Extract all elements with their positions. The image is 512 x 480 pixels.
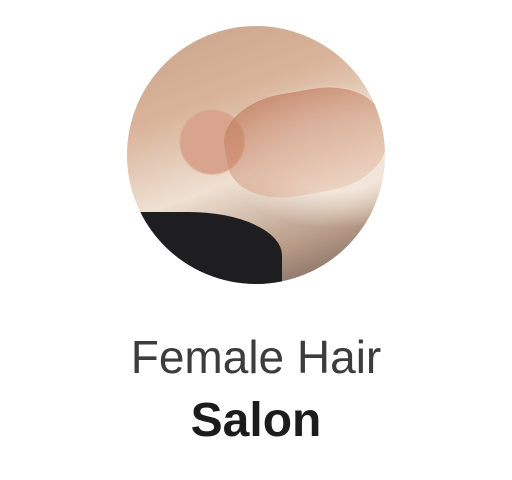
category-image [127, 26, 385, 284]
hair-shape [217, 77, 385, 207]
shirt-shape [127, 211, 282, 284]
category-card[interactable]: Female Hair Salon [0, 0, 512, 480]
category-title-line1: Female Hair [130, 331, 382, 383]
category-title-line2: Salon [190, 394, 322, 447]
